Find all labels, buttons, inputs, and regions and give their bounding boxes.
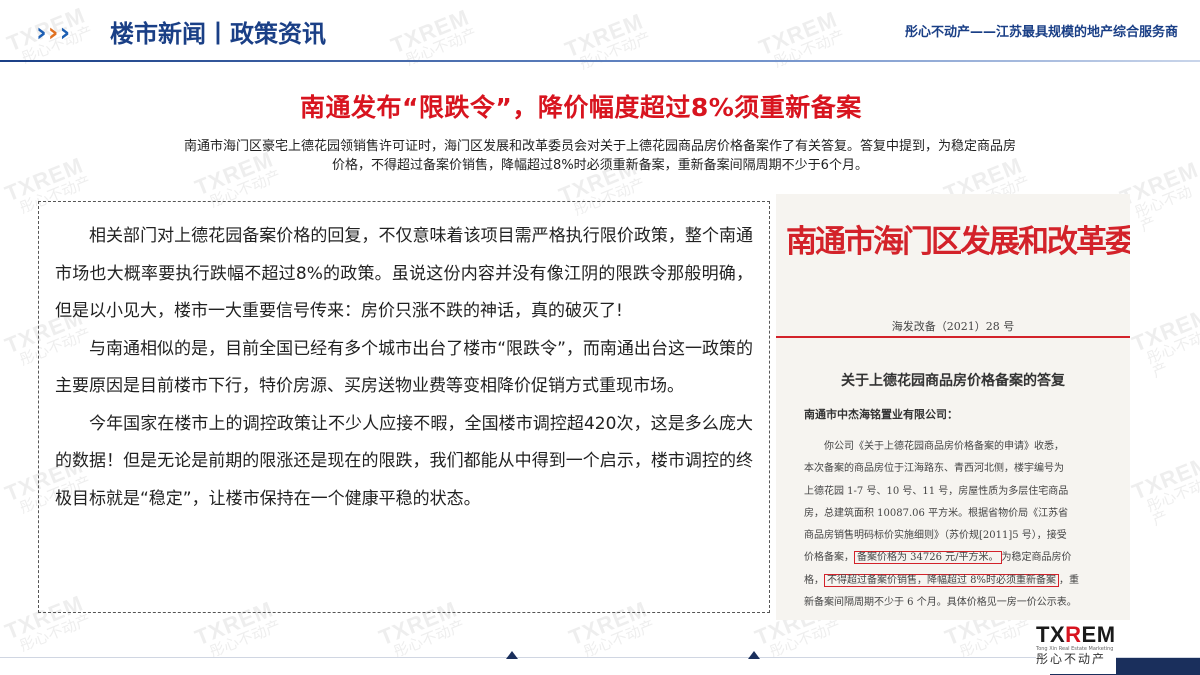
section-title: 楼市新闻丨政策资讯: [110, 20, 326, 48]
article-box: 相关部门对上德花园备案价格的回复，不仅意味着该项目需严格执行限价政策，整个南通市…: [38, 201, 770, 613]
document-line: 房，总建筑面积 10087.06 平方米。根据省物价局《江苏省: [804, 507, 1069, 519]
footer-marker: [748, 651, 760, 659]
document-line: 你公司《关于上德花园商品房价格备案的申请》收悉，: [824, 441, 1064, 452]
article-paragraph: 与南通相似的是，目前全国已经有多个城市出台了楼市“限跌令”，而南通出台这一政策的…: [55, 338, 753, 397]
article-paragraph: 今年国家在楼市上的调控政策让不少人应接不暇，全国楼市调控超420次，这是多么庞大…: [55, 413, 753, 509]
brand-logo: TXREM Tong Xin Real Estate Marketing 彤心不…: [1036, 624, 1116, 674]
document-line: 新备案间隔周期不少于 6 个月。具体价格见一房一价公示表。: [804, 597, 1077, 609]
document-red-rule: [776, 336, 1130, 338]
document-issuer: 南通市海门区发展和改革委员会: [786, 224, 1130, 260]
document-line: 格， 不得超过备案价销售，降幅超过 8%时必须重新备案 ，重: [804, 573, 1080, 587]
summary-line: 价格，不得超过备案价销售，降幅超过8%时必须重新备案，重新备案间隔周期不少于6个…: [332, 158, 868, 173]
footer-divider: [0, 657, 1200, 658]
footer-marker: [506, 651, 518, 659]
summary-line: 南通市海门区豪宅上德花园领销售许可证时，海门区发展和改革委员会对关于上德花园商品…: [183, 139, 1016, 154]
document-body: 你公司《关于上德花园商品房价格备案的申请》收悉， 本次备案的商品房位于江海路东、…: [804, 436, 1130, 614]
chevron-right-icon: ›: [47, 18, 59, 48]
company-tagline: 彤心不动产——江苏最具规模的地产综合服务商: [904, 25, 1178, 40]
highlighted-rule: 不得超过备案价销售，降幅超过 8%时必须重新备案: [824, 573, 1060, 587]
logo-wordmark: TXREM: [1036, 622, 1116, 647]
document-line: 上德花园 1-7 号、10 号、11 号，房屋性质为多层住宅商品: [804, 485, 1069, 497]
document-line: 商品房销售明码标价实施细则》（苏价规[2011]5 号），接受: [804, 530, 1067, 542]
header-divider: [0, 60, 1200, 62]
chevron-icons: › › ›: [36, 20, 70, 46]
watermark: TXREM彤心不动产: [1128, 302, 1200, 382]
chevron-right-icon: ›: [36, 18, 47, 48]
highlighted-price: 备案价格为 34726 元/平方米。: [854, 551, 1002, 565]
watermark: TXREM彤心不动产: [1128, 450, 1200, 530]
official-document-image: 南通市海门区发展和改革委员会 海发改备（2021）28 号 关于上德花园商品房价…: [776, 194, 1130, 620]
document-title: 关于上德花园商品房价格备案的答复: [841, 373, 1065, 389]
headline: 南通发布“限跌令”，降价幅度超过8%须重新备案: [300, 93, 862, 122]
summary: 南通市海门区豪宅上德花园领销售许可证时，海门区发展和改革委员会对关于上德花园商品…: [100, 137, 1100, 175]
article-paragraph: 相关部门对上德花园备案价格的回复，不仅意味着该项目需严格执行限价政策，整个南通市…: [55, 226, 753, 321]
document-addressee: 南通市中杰海铭置业有限公司：: [804, 408, 958, 421]
document-number: 海发改备（2021）28 号: [891, 320, 1015, 333]
document-line: 价格备案， 备案价格为 34726 元/平方米。 为稳定商品房价: [804, 551, 1072, 565]
document-line: 本次备案的商品房位于江海路东、青西河北侧，楼宇编号为: [804, 463, 1064, 475]
page-header: › › › 楼市新闻丨政策资讯 彤心不动产——江苏最具规模的地产综合服务商: [0, 0, 1200, 70]
logo-cn-name: 彤心不动产: [1036, 652, 1107, 666]
chevron-right-icon: ›: [59, 18, 71, 48]
